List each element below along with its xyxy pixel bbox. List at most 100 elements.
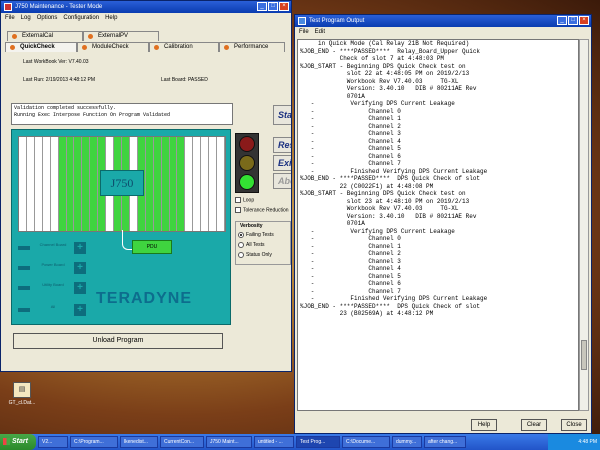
output-line: - Channel 3 [300,257,401,265]
output-line: 22 (C0022F1) at 4:48:08 PM [300,182,434,190]
tab-externalcal[interactable]: ExternalCal [7,31,83,41]
menu-configuration[interactable]: Configuration [63,13,99,23]
maximize-icon[interactable]: □ [568,16,578,25]
output-line: - Channel 6 [300,280,401,287]
close-icon[interactable]: × [579,16,589,25]
tab-calibration[interactable]: Calibration [149,42,219,52]
taskbar-item[interactable]: CurrentCon... [160,436,204,448]
slot[interactable] [66,137,75,231]
output-log[interactable]: in Quick Mode (Cal Relay 21B Not Require… [297,39,579,411]
radio-all-tests[interactable]: All Tests [238,240,288,250]
taskbar-item[interactable]: untitled - ... [254,436,294,448]
slot[interactable] [193,137,202,231]
slot[interactable] [26,137,35,231]
slot[interactable] [50,137,59,231]
plus-icon[interactable]: + [74,304,86,316]
main-titlebar[interactable]: J750 Maintenance - Tester Mode _ □ × [1,1,291,13]
plus-icon[interactable]: + [74,242,86,254]
plus-icon[interactable]: + [74,282,86,294]
output-titlebar[interactable]: Test Program Output _ □ × [295,15,591,27]
start-button[interactable]: Start [0,434,36,450]
tab-dot-icon [224,45,229,50]
slot[interactable] [19,137,27,231]
loop-checkbox[interactable]: Loop [235,197,254,203]
legend-all: All + [18,304,88,316]
last-run: Last Run: 2/19/2013 4:48:12 PM [23,77,95,83]
slot[interactable] [90,137,99,231]
slot[interactable] [82,137,91,231]
output-line: - Channel 5 [300,272,401,280]
output-line: %JOB_END - ****PASSED**** Relay_Board_Up… [300,47,481,55]
verbosity-group: Verbosity Failing Tests All Tests Status… [235,221,291,265]
slot[interactable] [209,137,218,231]
desktop-shortcut[interactable]: ▤ GT_cl.Dat... [4,382,40,406]
window-controls: _ □ × [257,2,289,11]
abort-button[interactable]: Abort [273,173,291,189]
minimize-icon[interactable]: _ [557,16,567,25]
start-button[interactable]: Start [273,105,291,125]
reset-button[interactable]: Reset [273,137,291,153]
last-board: Last Board: PASSED [161,77,208,83]
slot[interactable] [161,137,170,231]
close-icon[interactable]: × [279,2,289,11]
maximize-icon[interactable]: □ [268,2,278,11]
menu-help[interactable]: Help [105,13,117,23]
verbosity-title: Verbosity [240,223,263,229]
taskbar-item[interactable]: lkenedist... [120,436,158,448]
unload-program-button[interactable]: Unload Program [13,333,223,349]
menu-log[interactable]: Log [21,13,31,23]
output-line: - Channel 3 [300,130,401,137]
menu-edit[interactable]: Edit [315,27,325,37]
slot[interactable] [42,137,51,231]
clock: 4:48 PM [578,439,597,445]
slot[interactable] [217,137,225,231]
status-line: Validation completed successfully. [14,105,117,111]
radio-failing-tests[interactable]: Failing Tests [238,230,288,240]
slot[interactable] [185,137,194,231]
taskbar-item[interactable]: after chang... [424,436,466,448]
taskbar-item[interactable]: V2... [38,436,68,448]
output-line: - Channel 1 [300,242,401,250]
clear-button[interactable]: Clear [521,419,547,431]
legend-swatch [18,266,30,270]
tab-modulecheck[interactable]: ModuleCheck [77,42,149,52]
minimize-icon[interactable]: _ [257,2,267,11]
slot[interactable] [145,137,154,231]
slot[interactable] [169,137,178,231]
slot[interactable] [153,137,162,231]
slot[interactable] [34,137,43,231]
output-line: in Quick Mode (Cal Relay 21B Not Require… [300,40,470,47]
exit-button[interactable]: Exit [273,155,291,171]
taskbar-item[interactable]: J750 Maint... [206,436,252,448]
radio-status-only[interactable]: Status Only [238,250,288,260]
taskbar-item[interactable]: dummy... [392,436,422,448]
tab-performance[interactable]: Performance [219,42,285,52]
tolerance-checkbox[interactable]: Tolerance Reduction [235,207,289,213]
tab-externalpv[interactable]: ExternalPV [83,31,159,41]
taskbar-item[interactable]: Test Prog... [296,436,340,448]
menu-file[interactable]: File [5,13,15,23]
close-button[interactable]: Close [561,419,587,431]
slot[interactable] [201,137,210,231]
radio-icon [238,231,244,238]
slot[interactable] [177,137,186,231]
slot[interactable] [74,137,83,231]
pdu-block[interactable]: PDU [132,240,172,254]
taskbar-item[interactable]: C:\Program... [70,436,118,448]
menu-options[interactable]: Options [37,13,58,23]
taskbar-item[interactable]: C:\Docume... [342,436,390,448]
slot[interactable] [58,137,67,231]
legend-utility-board: Utility Board + [18,282,88,294]
green-light [239,174,255,190]
legend-swatch [18,286,30,290]
help-button[interactable]: Help [471,419,497,431]
task-list: V2... C:\Program... lkenedist... CurrentCon… [36,436,466,448]
menu-file[interactable]: File [299,27,309,37]
tab-quickcheck[interactable]: QuickCheck [5,42,77,52]
scrollbar-thumb[interactable] [581,340,587,370]
output-line: - Channel 0 [300,107,401,115]
output-scrollbar[interactable] [579,39,589,411]
plus-icon[interactable]: + [74,262,86,274]
taskbar: Start V2... C:\Program... lkenedist... Curr… [0,434,600,450]
tester-diagram: J750 PDU Channel Board + Power Board + U… [11,129,231,325]
